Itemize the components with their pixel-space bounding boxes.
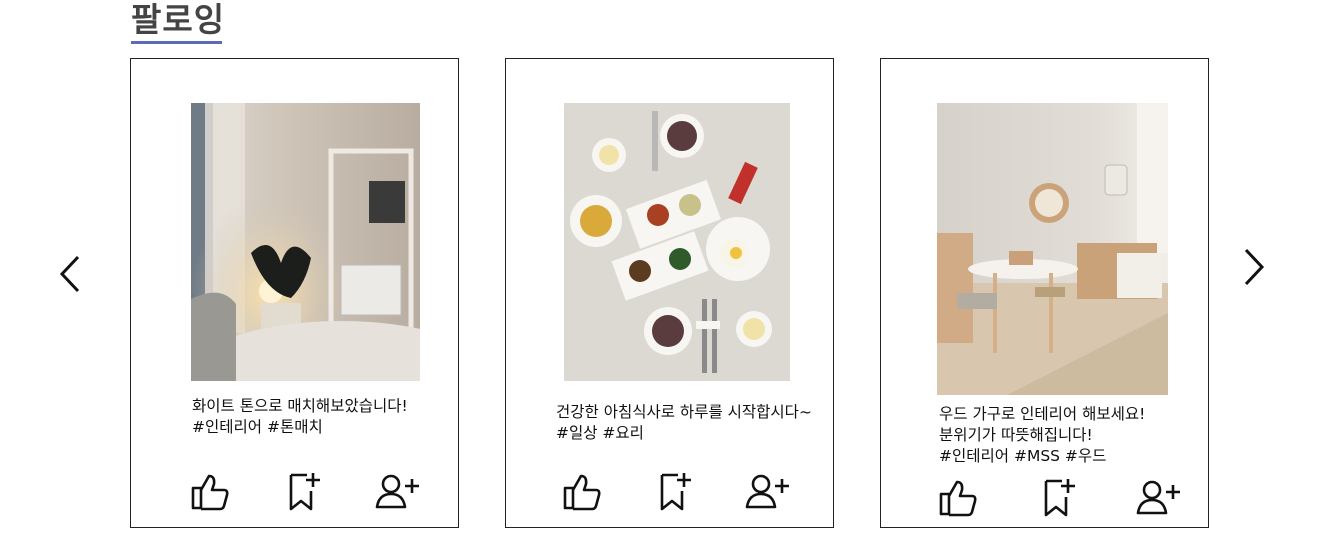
bookmark-add-button[interactable] [1038,475,1078,519]
post-card[interactable]: 우드 가구로 인테리어 해보세요! 분위기가 따뜻해집니다! #인테리어 #MS… [880,58,1209,528]
chevron-right-icon [1244,248,1265,286]
caption-hashtags: #인테리어 #MSS #우드 [939,447,1107,465]
follow-user-icon [745,474,789,509]
bookmark-add-icon [289,473,320,511]
follow-user-button[interactable] [744,469,792,513]
post-card[interactable]: 건강한 아침식사로 하루를 시작합시다~ #일상 #요리 [505,58,834,528]
like-button[interactable] [187,469,233,513]
thumbs-up-icon [191,474,229,511]
post-actions [881,475,1208,519]
post-photo-kids-room[interactable] [937,103,1168,395]
post-card[interactable]: 화이트 톤으로 매치해보았습니다! #인테리어 #톤매치 [130,58,459,528]
caption-line: 우드 가구로 인테리어 해보세요! [939,405,1146,423]
follow-user-icon [375,474,419,509]
post-photo-living-room[interactable] [191,103,420,381]
post-photo-breakfast[interactable] [564,103,790,381]
follow-user-button[interactable] [1135,475,1183,519]
caption-line: 건강한 아침식사로 하루를 시작합시다~ [556,403,812,421]
like-button[interactable] [935,475,981,519]
post-actions [506,469,833,513]
caption-hashtags: #일상 #요리 [556,424,644,442]
post-caption: 화이트 톤으로 매치해보았습니다! #인테리어 #톤매치 [192,396,408,438]
follow-user-icon [1136,480,1180,515]
section-title: 팔로잉 [131,0,226,39]
carousel-next-button[interactable] [1236,243,1272,291]
bookmark-add-icon [1044,479,1075,517]
thumbs-up-icon [563,474,601,511]
post-caption: 건강한 아침식사로 하루를 시작합시다~ #일상 #요리 [556,402,812,444]
post-actions [131,469,458,513]
caption-line: 화이트 톤으로 매치해보았습니다! [192,397,408,415]
carousel-prev-button[interactable] [52,250,88,298]
title-underline [131,41,222,44]
like-button[interactable] [559,469,605,513]
post-caption: 우드 가구로 인테리어 해보세요! 분위기가 따뜻해집니다! #인테리어 #MS… [939,404,1145,467]
bookmark-add-button[interactable] [283,469,323,513]
caption-hashtags: #인테리어 #톤매치 [192,418,323,436]
thumbs-up-icon [939,480,977,517]
bookmark-add-icon [660,473,691,511]
chevron-left-icon [59,255,80,293]
follow-user-button[interactable] [374,469,422,513]
caption-line: 분위기가 따뜻해집니다! [939,426,1093,444]
bookmark-add-button[interactable] [654,469,694,513]
